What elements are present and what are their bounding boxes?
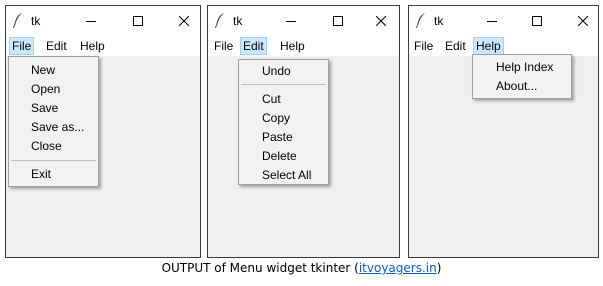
menu-item-label: Copy [262, 111, 291, 125]
minimize-button[interactable] [469, 6, 514, 36]
menu-file[interactable]: File [9, 37, 35, 55]
menu-item-save-as[interactable]: Save as... [9, 118, 98, 137]
menu-help[interactable]: Help [277, 37, 308, 55]
feather-icon [416, 13, 425, 28]
caption-link[interactable]: itvoyagers.in [359, 261, 437, 275]
edit-dropdown-menu: Undo Cut Copy Paste Delete Select All [238, 59, 329, 185]
menu-item-label: Paste [262, 130, 293, 144]
menu-item-select-all[interactable]: Select All [239, 166, 328, 185]
menu-item-new[interactable]: New [9, 61, 98, 80]
menu-file[interactable]: File [211, 37, 236, 55]
minimize-icon [486, 21, 497, 22]
menu-item-label: Undo [262, 64, 291, 78]
menu-item-paste[interactable]: Paste [239, 128, 328, 147]
menu-item-label: Help Index [496, 60, 554, 74]
maximize-icon [531, 16, 542, 26]
menu-item-delete[interactable]: Delete [239, 147, 328, 166]
menu-item-exit[interactable]: Exit [9, 165, 98, 184]
close-icon [375, 16, 386, 26]
menu-edit[interactable]: Edit [240, 37, 267, 55]
menu-item-label: Exit [31, 167, 52, 181]
menu-item-label: Close [31, 139, 62, 153]
menu-item-copy[interactable]: Copy [239, 109, 328, 128]
maximize-button[interactable] [514, 6, 559, 36]
title-bar[interactable]: tk [409, 6, 598, 36]
minimize-button[interactable] [68, 6, 113, 36]
minimize-icon [85, 21, 96, 22]
caption-suffix: ) [436, 261, 442, 275]
close-icon [577, 16, 588, 26]
maximize-icon [132, 16, 143, 26]
close-button[interactable] [161, 6, 206, 36]
menu-help[interactable]: Help [77, 37, 108, 55]
menu-item-label: Delete [262, 149, 297, 163]
menu-item-undo[interactable]: Undo [239, 62, 328, 81]
caption-text: OUTPUT of Menu widget tkinter ( [161, 261, 359, 275]
maximize-button[interactable] [315, 6, 360, 36]
figure-caption: OUTPUT of Menu widget tkinter (itvoyager… [0, 261, 603, 275]
menu-item-label: About... [496, 79, 538, 93]
tk-window-file: tk File Edit Help New Open Save Save as.… [5, 5, 201, 258]
menu-item-close[interactable]: Close [9, 137, 98, 156]
menu-bar: File Edit Help [409, 36, 598, 56]
file-dropdown-menu: New Open Save Save as... Close Exit [8, 56, 99, 187]
menu-item-help-index[interactable]: Help Index [473, 58, 571, 77]
maximize-icon [332, 16, 343, 26]
menu-item-open[interactable]: Open [9, 80, 98, 99]
window-title: tk [434, 14, 444, 28]
menu-item-save[interactable]: Save [9, 99, 98, 118]
tk-window-help: tk File Edit Help Help Index About... [408, 5, 599, 258]
minimize-icon [285, 21, 296, 22]
feather-icon [215, 13, 224, 28]
help-dropdown-menu: Help Index About... [472, 54, 572, 99]
menu-item-label: Save as... [31, 120, 85, 134]
tk-window-edit: tk File Edit Help Undo Cut Copy Paste De… [207, 5, 400, 258]
title-bar[interactable]: tk [6, 6, 200, 36]
close-button[interactable] [358, 6, 403, 36]
menu-bar: File Edit Help [208, 36, 399, 56]
minimize-button[interactable] [268, 6, 313, 36]
menu-help[interactable]: Help [473, 37, 504, 55]
menu-separator [11, 160, 96, 161]
window-title: tk [233, 14, 243, 28]
menu-bar: File Edit Help [6, 36, 200, 56]
menu-file[interactable]: File [411, 37, 436, 55]
menu-edit[interactable]: Edit [43, 37, 70, 55]
menu-item-cut[interactable]: Cut [239, 90, 328, 109]
menu-item-label: Open [31, 82, 61, 96]
menu-edit[interactable]: Edit [442, 37, 469, 55]
menu-item-label: Save [31, 101, 59, 115]
menu-item-label: New [31, 63, 56, 77]
maximize-button[interactable] [115, 6, 160, 36]
close-icon [178, 16, 189, 26]
title-bar[interactable]: tk [208, 6, 399, 36]
menu-separator [241, 84, 326, 85]
close-button[interactable] [560, 6, 603, 36]
feather-icon [13, 13, 22, 28]
menu-item-about[interactable]: About... [473, 77, 571, 96]
window-title: tk [31, 14, 41, 28]
menu-item-label: Select All [262, 168, 312, 182]
menu-item-label: Cut [262, 92, 281, 106]
